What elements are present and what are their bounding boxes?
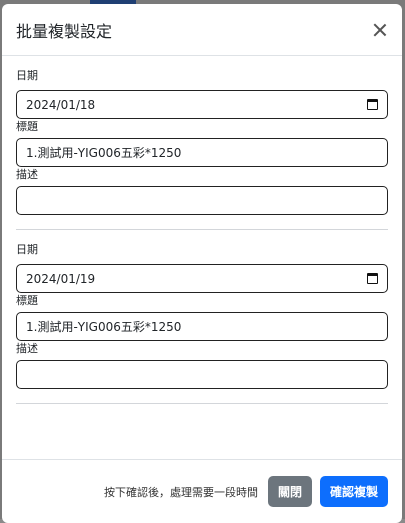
date-value: 2024/01/19 [26,271,96,286]
modal-title: 批量複製設定 [16,21,113,41]
confirm-copy-button[interactable]: 確認複製 [319,476,388,507]
date-value: 2024/01/18 [26,97,96,112]
processing-note: 按下確認後，處理需要一段時間 [103,485,258,499]
description-input[interactable] [16,186,388,215]
close-icon[interactable] [372,22,388,38]
date-input[interactable]: 2024/01/18 [16,90,388,119]
title-input[interactable]: 1.測試用-YIG006五彩*1250 [16,312,388,341]
date-label: 日期 [16,243,38,256]
description-label: 描述 [16,342,38,355]
entry-divider [16,403,388,404]
title-value: 1.測試用-YIG006五彩*1250 [26,146,182,160]
batch-copy-modal: 批量複製設定 日期 2024/01/18 標題 1.測試用-YIG006五彩*1… [2,4,402,523]
calendar-icon[interactable] [367,99,378,110]
description-label: 描述 [16,168,38,181]
modal-footer: 按下確認後，處理需要一段時間 關閉 確認複製 [2,459,402,523]
copy-entry: 日期 2024/01/18 標題 1.測試用-YIG006五彩*1250 描述 [16,56,388,230]
title-label: 標題 [16,294,38,307]
description-input[interactable] [16,360,388,389]
modal-header: 批量複製設定 [2,4,402,56]
modal-body: 日期 2024/01/18 標題 1.測試用-YIG006五彩*1250 描述 … [2,56,402,456]
close-button[interactable]: 關閉 [267,476,312,507]
title-label: 標題 [16,120,38,133]
title-value: 1.測試用-YIG006五彩*1250 [26,320,182,334]
date-input[interactable]: 2024/01/19 [16,264,388,293]
date-label: 日期 [16,69,38,82]
copy-entry: 日期 2024/01/19 標題 1.測試用-YIG006五彩*1250 描述 [16,230,388,404]
calendar-icon[interactable] [367,273,378,284]
title-input[interactable]: 1.測試用-YIG006五彩*1250 [16,138,388,167]
